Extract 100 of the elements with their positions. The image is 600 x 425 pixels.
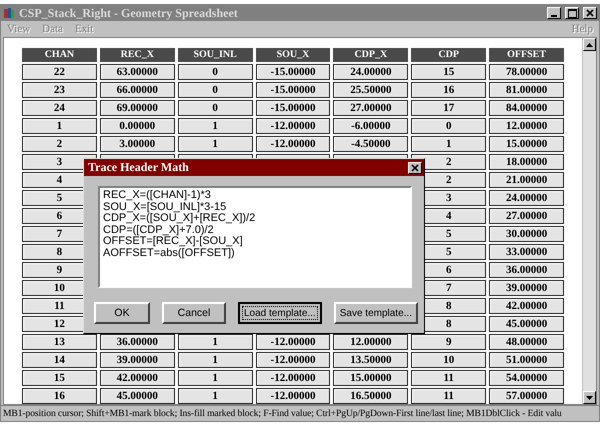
table-cell: 1 [178, 352, 253, 368]
formula-line: AOFFSET=abs([OFFSET]) [103, 248, 236, 259]
table-cell: 1 [178, 136, 253, 152]
column-header: SOU_X [256, 48, 330, 62]
table-cell: 33.00000 [489, 244, 564, 260]
table-cell: 54.00000 [489, 370, 564, 386]
formula-line: CDP_X=([SOU_X]+[REC_X])/2 [103, 213, 256, 224]
table-cell: 21.00000 [489, 172, 564, 188]
table-cell: 24.00000 [489, 190, 564, 206]
table-cell: 9 [411, 334, 486, 350]
table-cell: -15.00000 [256, 100, 330, 116]
table-cell: 0 [411, 118, 486, 134]
table-cell: 27.00000 [489, 208, 564, 224]
dialog-button[interactable]: OK [94, 302, 150, 324]
table-cell: -12.00000 [256, 388, 330, 404]
table-cell: -15.00000 [256, 82, 330, 98]
scroll-up-button[interactable] [583, 38, 596, 51]
table-cell: 78.00000 [489, 64, 564, 80]
table-cell: 1 [22, 118, 97, 134]
table-cell: 42.00000 [100, 370, 175, 386]
table-cell: 1 [411, 136, 486, 152]
table-cell: 2 [22, 136, 97, 152]
table-cell: 39.00000 [489, 280, 564, 296]
table-cell: 16.50000 [333, 388, 408, 404]
table-cell: 17 [411, 100, 486, 116]
table-cell: 30.00000 [489, 226, 564, 242]
table-cell: 81.00000 [489, 82, 564, 98]
column-header: CDP [411, 48, 486, 62]
table-cell: 23 [22, 82, 97, 98]
table-cell: 1 [178, 388, 253, 404]
down-arrow-icon [586, 396, 593, 400]
table-cell: -12.00000 [256, 118, 330, 134]
table-cell: 39.00000 [100, 352, 175, 368]
table-cell: 3.00000 [100, 136, 175, 152]
formula-line: SOU_X=[SOU_INL]*3-15 [103, 202, 228, 213]
table-cell: 0 [178, 64, 253, 80]
column-header: OFFSET [489, 48, 564, 62]
table-cell: 11 [411, 388, 486, 404]
column-header: REC_X [100, 48, 175, 62]
up-arrow-icon [586, 42, 593, 46]
table-cell: 12.00000 [333, 334, 408, 350]
window-title: CSP_Stack_Right - Geometry Spreadsheet [19, 6, 239, 20]
formula-line: CDP=([CDP_X]+7.0)/2 [103, 224, 215, 236]
table-cell: 18.00000 [489, 154, 564, 170]
table-cell: -12.00000 [256, 334, 330, 350]
table-cell: 11 [411, 370, 486, 386]
table-cell: 25.50000 [333, 82, 408, 98]
table-cell: 15 [22, 370, 97, 386]
table-cell: 13 [22, 334, 97, 350]
table-cell: -12.00000 [256, 352, 330, 368]
minimize-button[interactable] [547, 7, 561, 19]
table-cell: 12.00000 [489, 118, 564, 134]
table-cell: 27.00000 [333, 100, 408, 116]
column-header: SOU_INL [178, 48, 253, 62]
dialog-button[interactable]: Cancel [162, 302, 226, 324]
close-icon [586, 9, 594, 17]
table-cell: 1 [178, 370, 253, 386]
table-cell: 24 [22, 100, 97, 116]
table-cell: -6.00000 [333, 118, 408, 134]
column-header: CDP_X [333, 48, 408, 62]
table-cell: 0 [178, 82, 253, 98]
table-cell: 22 [22, 64, 97, 80]
table-cell: 0 [178, 100, 253, 116]
table-cell: -12.00000 [256, 370, 330, 386]
table-cell: 45.00000 [489, 316, 564, 332]
formula-line: REC_X=([CHAN]-1)*3 [103, 190, 212, 202]
table-cell: 13.50000 [333, 352, 408, 368]
table-cell: 14 [22, 352, 97, 368]
table-cell: 48.00000 [489, 334, 564, 350]
close-button[interactable] [408, 162, 422, 174]
table-cell: 45.00000 [100, 388, 175, 404]
scrollbar[interactable] [582, 38, 596, 404]
table-cell: 1 [178, 118, 253, 134]
table-cell: 42.00000 [489, 298, 564, 314]
table-cell: 15.00000 [333, 370, 408, 386]
maximize-button[interactable] [565, 7, 579, 19]
table-cell: 51.00000 [489, 352, 564, 368]
table-cell: 63.00000 [100, 64, 175, 80]
table-cell: -12.00000 [256, 136, 330, 152]
table-cell: 16 [22, 388, 97, 404]
table-cell: 36.00000 [100, 334, 175, 350]
scroll-down-button[interactable] [583, 391, 596, 404]
table-cell: 15.00000 [489, 136, 564, 152]
dialog-button[interactable]: Save template... [334, 302, 418, 324]
table-cell: 1 [178, 334, 253, 350]
maximize-icon [568, 8, 576, 18]
table-cell: 66.00000 [100, 82, 175, 98]
app-icon [3, 7, 15, 19]
status-bar: MB1-position cursor; Shift+MB1-mark block; Ins-fill marked block; F-Find value; Ctrl+PgUp/PgDown-First line/last line; MB1DblClick - Edit valu [1, 405, 599, 421]
table-cell: 15 [411, 64, 486, 80]
close-button[interactable] [583, 7, 597, 19]
table-cell: 36.00000 [489, 262, 564, 278]
formula-text-area[interactable]: REC_X=([CHAN]-1)*3 SOU_X=[SOU_INL]*3-15 CDP_X=([SOU_X]+[REC_X])/2 CDP=([CDP_X]+7.0)/2 OFFSET=[REC_X]-[SOU_X] AOFFSET=abs([OFFSET]) [98, 186, 412, 288]
formula-line: OFFSET=[REC_X]-[SOU_X] [103, 236, 244, 248]
table-cell: 0.00000 [100, 118, 175, 134]
table-cell: 24.00000 [333, 64, 408, 80]
table-cell: -4.50000 [333, 136, 408, 152]
table-cell: 84.00000 [489, 100, 564, 116]
table-cell: -15.00000 [256, 64, 330, 80]
dialog-button[interactable]: Load template... [238, 302, 322, 324]
